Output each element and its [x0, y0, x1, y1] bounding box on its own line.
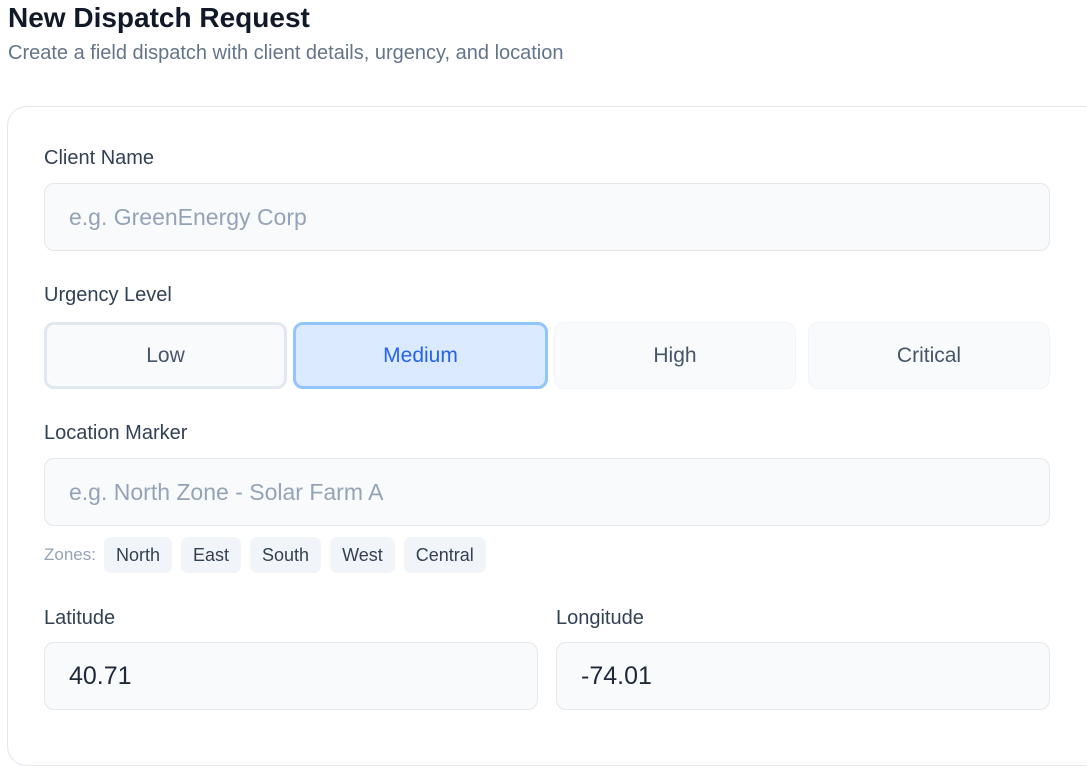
latitude-input[interactable]	[44, 642, 538, 710]
zone-chip-central[interactable]: Central	[403, 537, 486, 573]
zone-chip-west[interactable]: West	[330, 537, 395, 573]
urgency-critical-button[interactable]: Critical	[808, 322, 1050, 389]
urgency-high-button[interactable]: High	[554, 322, 796, 389]
dispatch-form-card: Client Name Urgency Level Low Medium Hig…	[7, 106, 1087, 766]
page-header: New Dispatch Request Create a field disp…	[8, 0, 564, 66]
latitude-label: Latitude	[44, 607, 116, 629]
page-title: New Dispatch Request	[8, 2, 310, 33]
location-marker-input[interactable]	[44, 458, 1050, 526]
zone-chip-south[interactable]: South	[250, 537, 322, 573]
location-marker-label: Location Marker	[44, 422, 188, 444]
zone-chips: Zones: North East South West Central	[44, 537, 495, 573]
zone-chip-east[interactable]: East	[181, 537, 242, 573]
zones-label: Zones:	[44, 545, 96, 564]
urgency-selector: Low Medium High Critical	[44, 322, 1050, 389]
zone-chip-north[interactable]: North	[103, 537, 172, 573]
urgency-low-button[interactable]: Low	[44, 322, 287, 389]
longitude-label: Longitude	[556, 607, 644, 629]
page-subtitle: Create a field dispatch with client deta…	[8, 42, 564, 64]
client-name-label: Client Name	[44, 147, 155, 169]
client-name-input[interactable]	[44, 183, 1050, 251]
urgency-level-label: Urgency Level	[44, 284, 172, 306]
longitude-input[interactable]	[556, 642, 1050, 710]
urgency-medium-button[interactable]: Medium	[293, 322, 548, 389]
